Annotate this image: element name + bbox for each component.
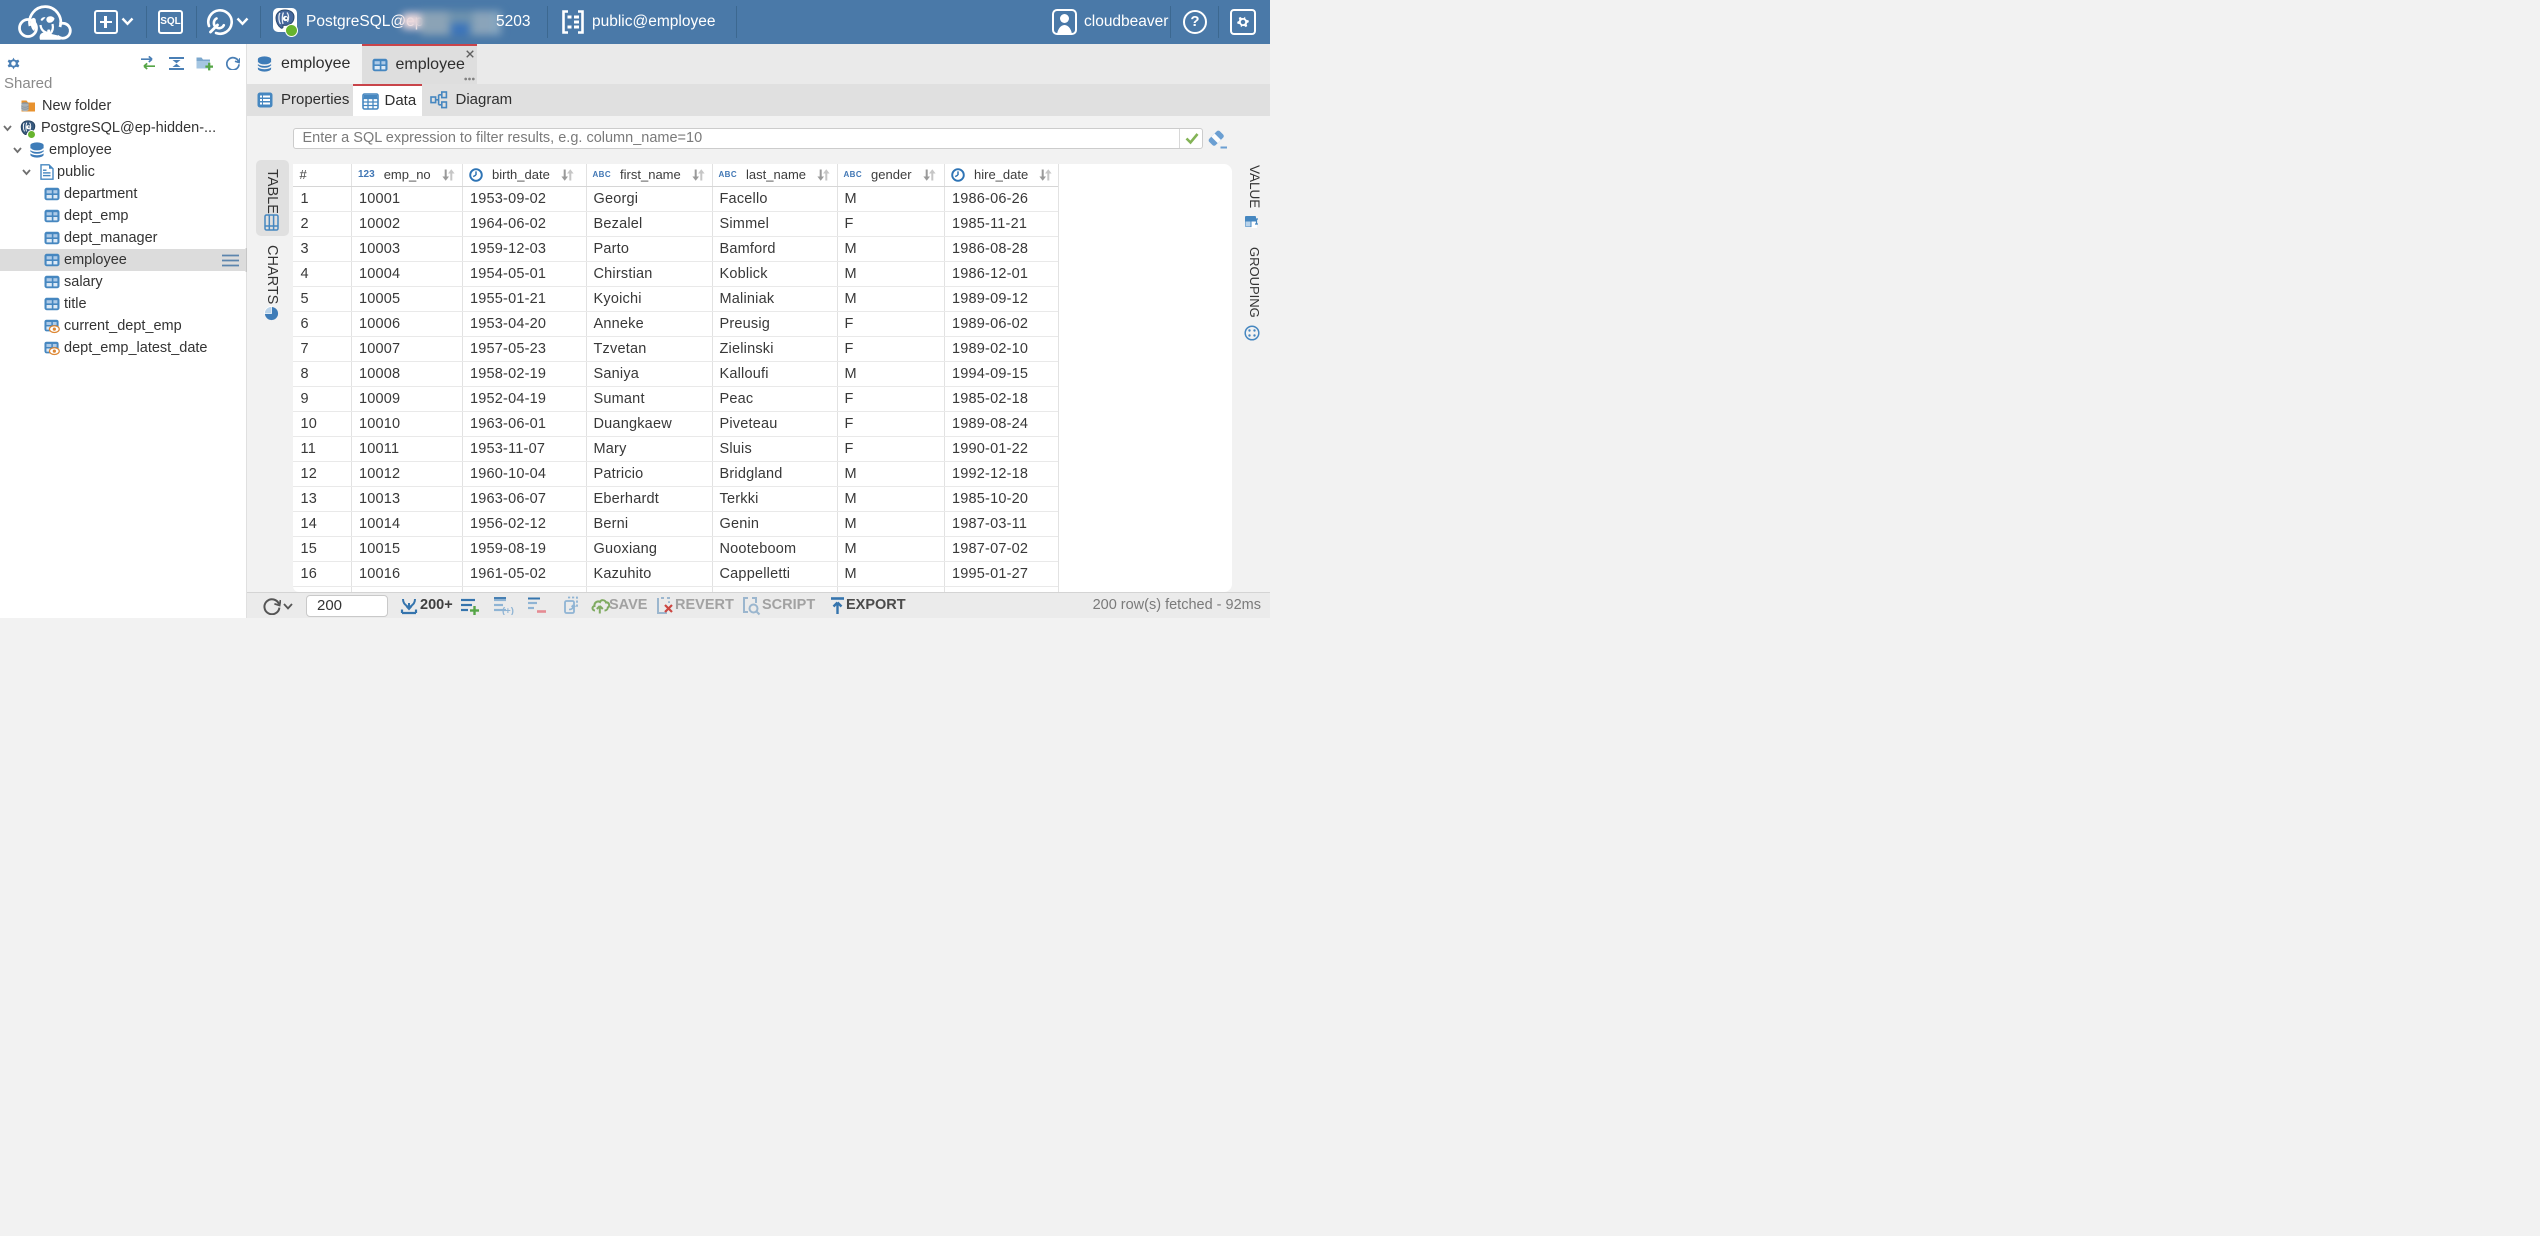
svg-text:(+): (+) — [502, 606, 514, 616]
